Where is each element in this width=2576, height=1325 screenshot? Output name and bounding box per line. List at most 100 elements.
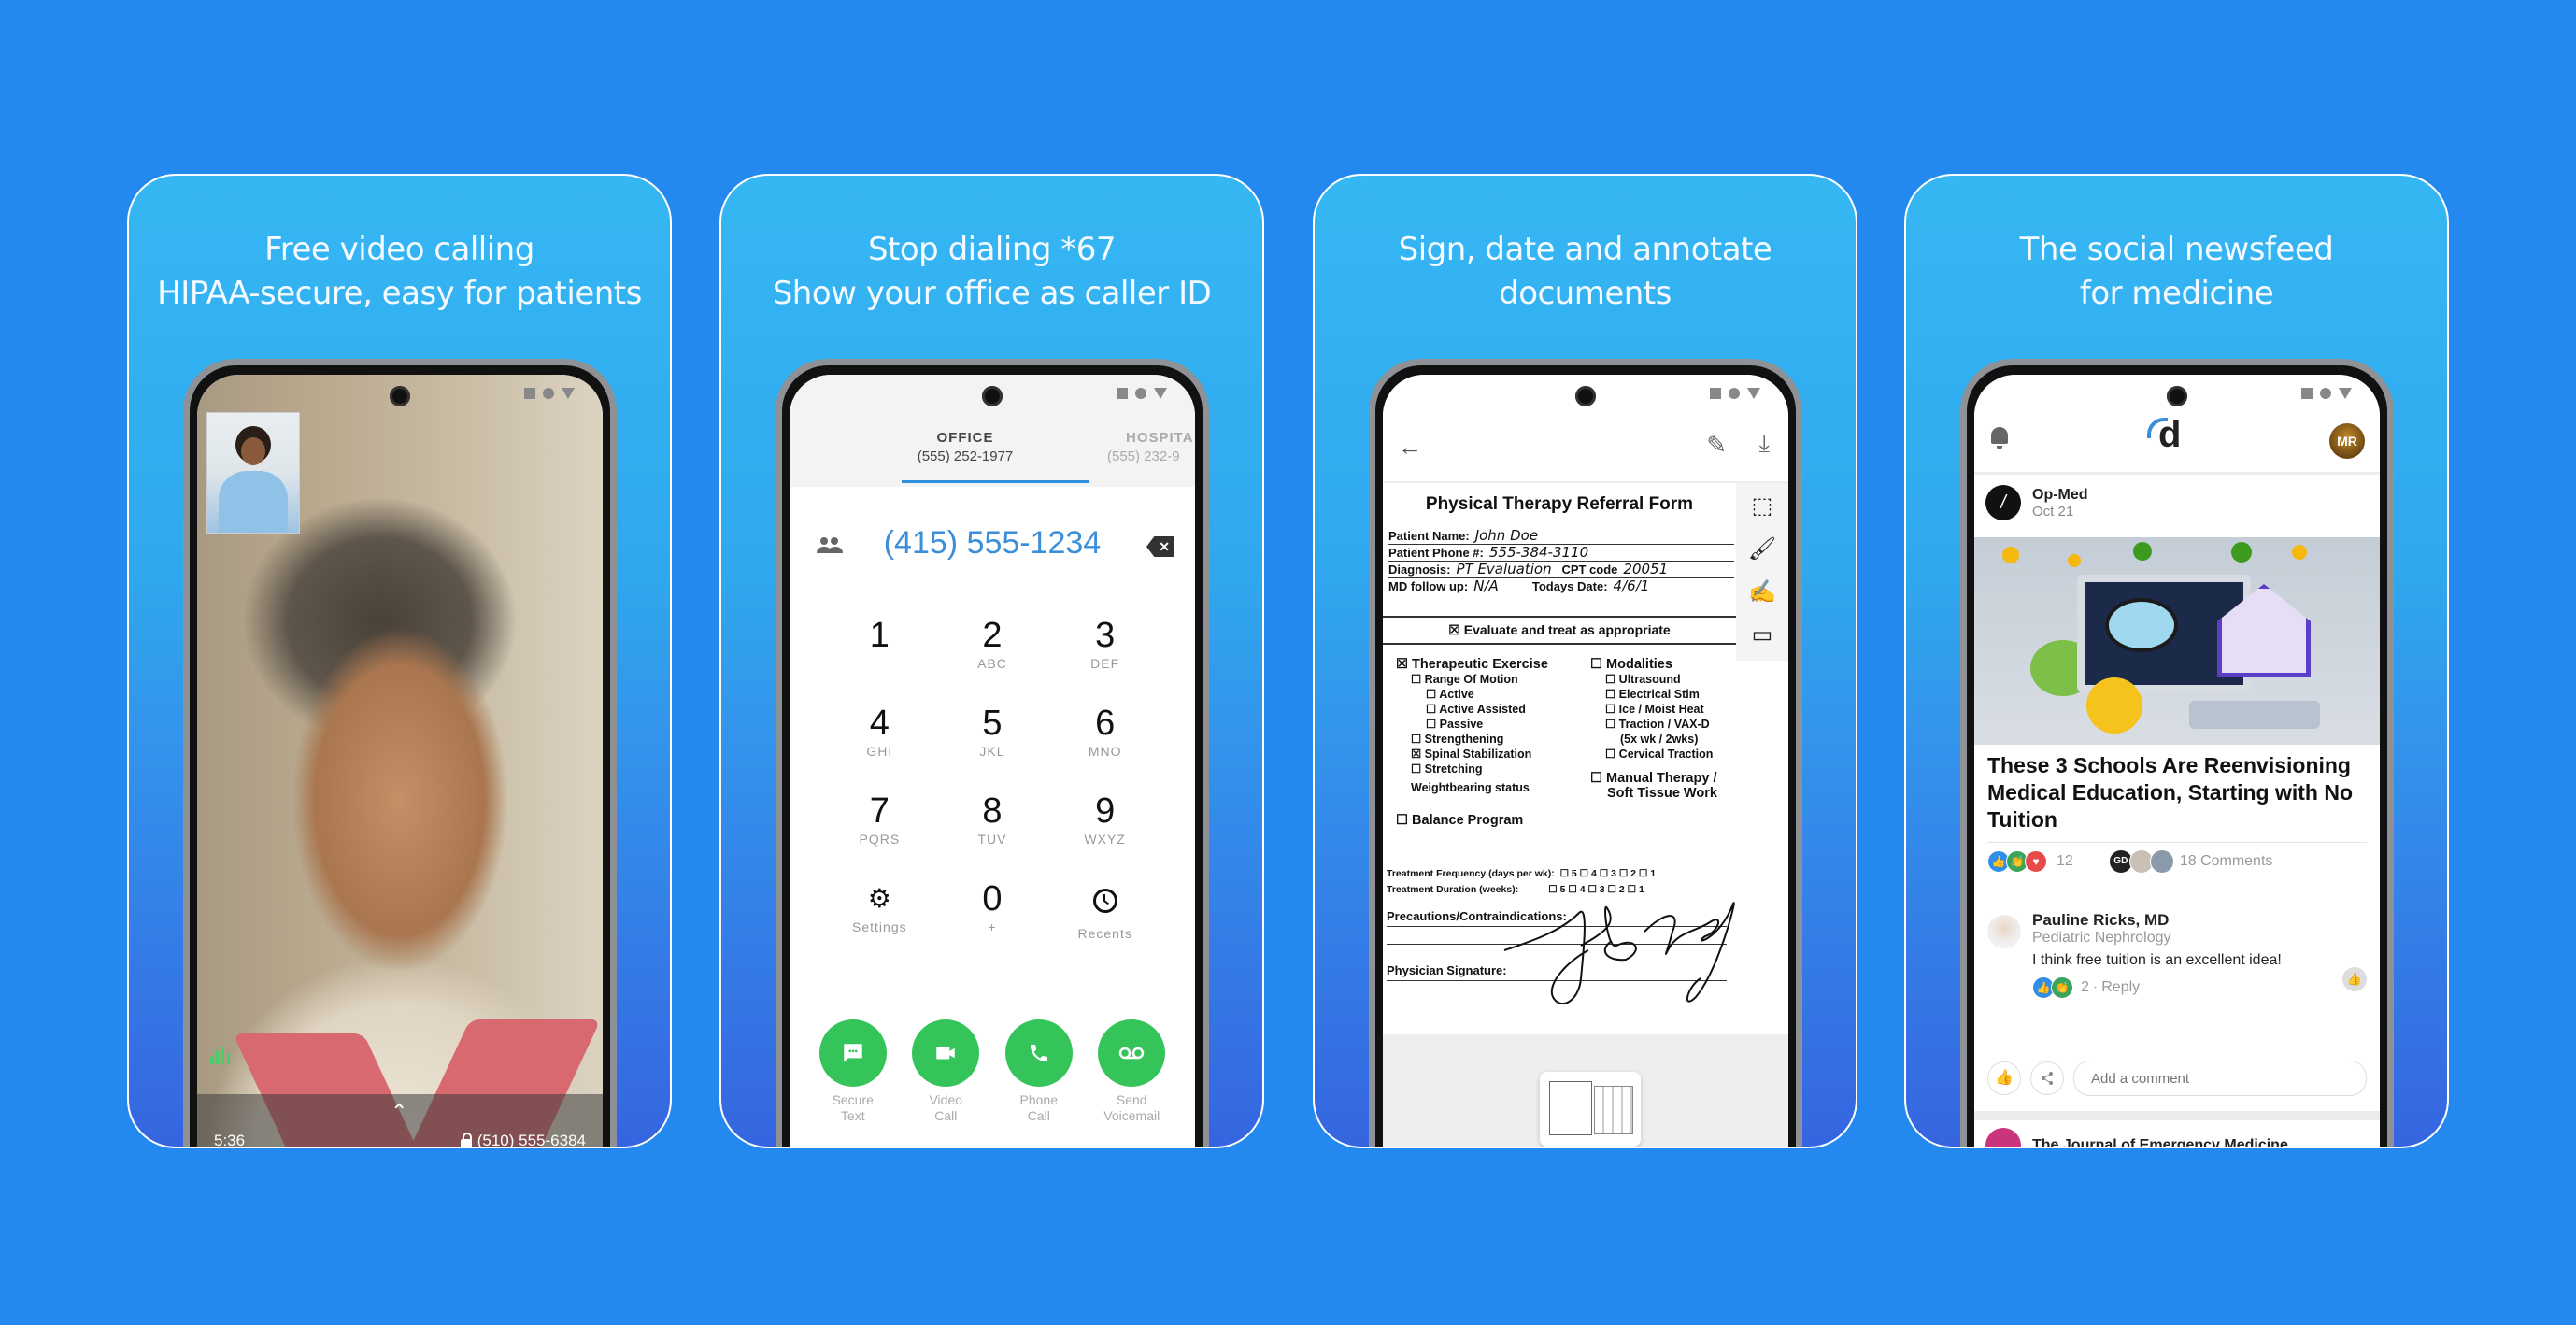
share-button[interactable] [2030, 1061, 2064, 1095]
pencil-icon[interactable]: ✎ [1706, 431, 1727, 460]
call-timer: 5:36 [214, 1132, 246, 1148]
download-icon[interactable]: ⤓ [1759, 429, 1771, 459]
post-action-bar: 👍 [1987, 1061, 2367, 1096]
option-checkbox[interactable]: ☒ Spinal Stabilization [1396, 747, 1548, 762]
source-avatar[interactable]: / [1985, 485, 2021, 520]
send-voicemail-button[interactable]: Send Voicemail [1094, 1019, 1169, 1124]
post-headline[interactable]: These 3 Schools Are Reenvisioning Medica… [1987, 752, 2367, 833]
comment-author[interactable]: Pauline Ricks, MD [2032, 911, 2367, 930]
option-checkbox[interactable]: ☐ Cervical Traction [1590, 747, 1717, 762]
post-image[interactable] [1974, 537, 2380, 745]
key-2[interactable]: 2 ABC [936, 616, 1049, 677]
document-screen: ← ✎ ⤓ Physical Therapy Referral Form Pat… [1383, 375, 1788, 1147]
option-checkbox[interactable]: ☐ Passive [1396, 717, 1548, 732]
feature-panel-newsfeed: The social newsfeed for medicine d MR / … [1904, 174, 2449, 1148]
panel-title: The social newsfeed for medicine [2019, 231, 2334, 312]
key-1[interactable]: 1 [823, 616, 936, 677]
reply-link[interactable]: Reply [2101, 979, 2140, 996]
message-icon [818, 1019, 887, 1087]
panel-title: Stop dialing *67 Show your office as cal… [772, 231, 1212, 312]
diagnosis-field[interactable]: PT Evaluation [1456, 562, 1551, 577]
key-7[interactable]: 7 PQRS [823, 791, 936, 853]
status-bar [2301, 388, 2352, 399]
key-5[interactable]: 5 JKL [936, 704, 1049, 765]
settings-button[interactable]: ⚙ Settings [823, 879, 936, 941]
option-checkbox[interactable]: ☐ Active Assisted [1396, 702, 1548, 717]
video-call-screen: ⌃ 5:36 (510) 555-6384 [197, 375, 603, 1148]
evaluate-checkbox[interactable]: ☒ Evaluate and treat as appropriate [1383, 616, 1736, 645]
option-checkbox[interactable]: ☐ Stretching [1396, 762, 1548, 776]
option-note: (5x wk / 2wks) [1620, 733, 1699, 746]
recents-button[interactable]: Recents [1048, 879, 1161, 941]
doctor-pip-video[interactable] [206, 412, 300, 534]
signature-icon[interactable]: ✍ [1748, 578, 1776, 606]
like-button[interactable]: 👍 [1987, 1061, 2021, 1095]
reaction-count: 12 [2057, 853, 2073, 869]
secure-text-button[interactable]: Secure Text [816, 1019, 890, 1124]
add-comment-input[interactable] [2073, 1061, 2367, 1096]
calendar-icon[interactable]: ▭ [1752, 621, 1773, 649]
user-avatar[interactable]: MR [2329, 423, 2365, 459]
post-reactions[interactable]: 👍 👏 ♥ 12 GD 18 Comments [1987, 849, 2272, 874]
post-date: Oct 21 [2032, 503, 2074, 520]
clock-icon [1092, 889, 1117, 913]
page-thumbnail[interactable] [1540, 1072, 1641, 1147]
home-icon [1729, 388, 1740, 399]
frequency-options[interactable]: ☐ 5 ☐ 4 ☐ 3 ☐ 2 ☐ 1 [1560, 868, 1657, 879]
comments-count[interactable]: 18 Comments [2180, 853, 2273, 870]
key-0[interactable]: 0 + [936, 879, 1049, 941]
key-4[interactable]: 4 GHI [823, 704, 936, 765]
phone-call-button[interactable]: Phone Call [1002, 1019, 1076, 1124]
date-field[interactable]: 4/6/1 [1614, 578, 1650, 594]
panel-title: Free video calling HIPAA-secure, easy fo… [157, 231, 642, 312]
dialed-number: (415) 555-1234 [883, 525, 1102, 561]
post-source[interactable]: The Journal of Emergency Medicine [2032, 1137, 2288, 1147]
option-checkbox[interactable]: ☐ Range Of Motion [1396, 672, 1548, 687]
followup-field[interactable]: N/A [1473, 578, 1499, 594]
active-tab-indicator [902, 480, 1089, 483]
option-checkbox[interactable]: ☒ Therapeutic Exercise [1396, 657, 1548, 672]
option-checkbox[interactable]: ☐ Electrical Stim [1590, 687, 1717, 702]
post-header: / Op-Med Oct 21 [1985, 485, 2088, 520]
back-arrow-icon[interactable]: ← [1398, 433, 1422, 462]
text-box-icon[interactable]: ⬚ [1752, 492, 1773, 520]
option-checkbox[interactable]: ☐ Traction / VAX-D [1590, 717, 1717, 732]
chevron-up-icon[interactable]: ⌃ [391, 1100, 407, 1124]
key-3[interactable]: 3 DEF [1048, 616, 1161, 677]
option-checkbox[interactable]: ☐ Active [1396, 687, 1548, 702]
option-checkbox[interactable]: ☐ Manual Therapy / [1590, 771, 1717, 786]
option-checkbox[interactable]: ☐ Modalities [1590, 657, 1717, 672]
page-thumbnail-strip [1383, 1034, 1788, 1147]
patient-fields: Patient Name: John Doe Patient Phone #: 55… [1388, 528, 1734, 594]
option-checkbox[interactable]: ☐ Balance Program [1396, 813, 1548, 828]
right-options-column: ☐ Modalities ☐ Ultrasound ☐ Electrical S… [1590, 657, 1717, 801]
back-icon [562, 388, 575, 399]
physician-signature[interactable] [1495, 894, 1738, 1016]
key-9[interactable]: 9 WXYZ [1048, 791, 1161, 853]
brush-icon[interactable]: 🖌 [1748, 535, 1776, 563]
bell-icon[interactable] [1991, 427, 2008, 449]
home-icon [543, 388, 554, 399]
signal-waves-icon [2147, 418, 2168, 438]
key-8[interactable]: 8 TUV [936, 791, 1049, 853]
option-checkbox[interactable]: ☐ Strengthening [1396, 732, 1548, 747]
form-title: Physical Therapy Referral Form [1425, 494, 1694, 514]
post-source[interactable]: Op-Med [2032, 487, 2088, 504]
source-avatar[interactable] [1985, 1128, 2021, 1147]
video-call-button[interactable]: Video Call [908, 1019, 983, 1124]
patient-phone-field[interactable]: 555-384-3110 [1489, 545, 1588, 561]
comment-like-icon[interactable]: 👍 [2342, 967, 2367, 991]
back-icon [1747, 388, 1760, 399]
tab-hospital[interactable]: HOSPITA (555) 232-9 [1107, 429, 1195, 466]
recents-icon [1710, 388, 1721, 399]
recents-icon [2301, 388, 2313, 399]
tab-office[interactable]: OFFICE (555) 252-1977 [900, 429, 1031, 466]
option-checkbox[interactable]: ☐ Ice / Moist Heat [1590, 702, 1717, 717]
option-checkbox[interactable]: ☐ Ultrasound [1590, 672, 1717, 687]
patient-name-field[interactable]: John Doe [1475, 528, 1538, 544]
commenter-avatar[interactable] [1987, 915, 2021, 948]
key-6[interactable]: 6 MNO [1048, 704, 1161, 765]
newsfeed-screen: d MR / Op-Med Oct 21 These 3 Schools Are… [1974, 375, 2380, 1147]
cpt-field[interactable]: 20051 [1623, 562, 1668, 577]
feature-panel-caller-id: Stop dialing *67 Show your office as cal… [719, 174, 1264, 1148]
